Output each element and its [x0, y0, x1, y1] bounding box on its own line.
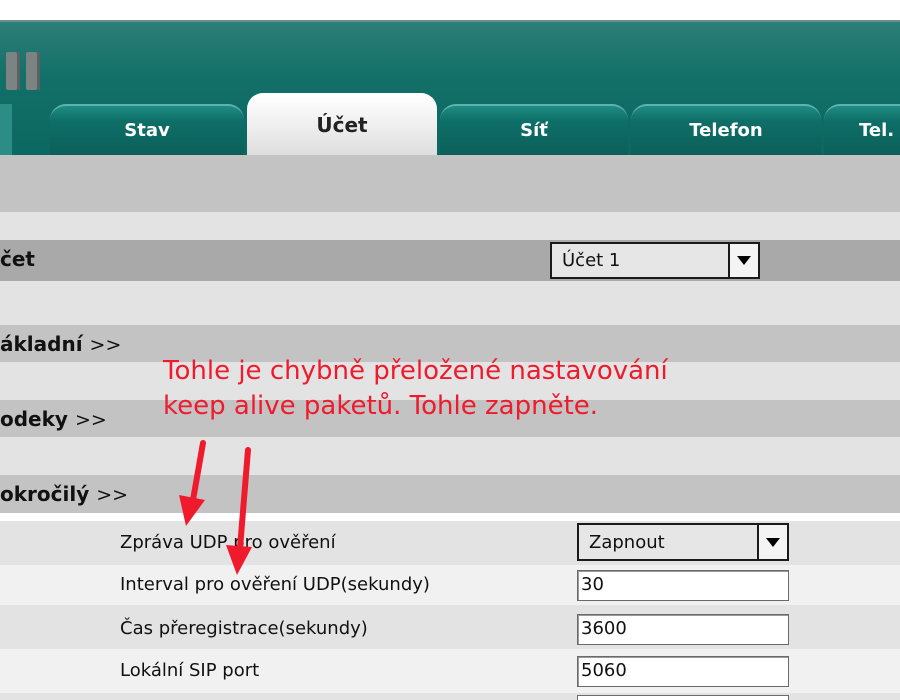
- udp-interval-label: Interval pro ověření UDP(sekundy): [120, 574, 430, 595]
- section-advanced-label: okročilý: [0, 482, 90, 506]
- local-sip-port-label: Lokální SIP port: [120, 660, 260, 681]
- section-advanced-toggle[interactable]: okročilý >>: [0, 482, 128, 506]
- tab-label: Telefon: [689, 120, 763, 141]
- section-codecs-label: odeky: [0, 407, 68, 431]
- dropdown-arrow-icon[interactable]: [728, 244, 758, 277]
- tab-label: Tel. s: [859, 120, 900, 141]
- annotation-line-1: Tohle je chybně přeložené nastavování: [163, 356, 668, 386]
- content-band: [0, 513, 900, 521]
- tab-label: Síť: [520, 120, 548, 141]
- udp-keepalive-value: Zapnout: [589, 531, 665, 553]
- content-band: [0, 281, 900, 325]
- tab-sit[interactable]: Síť: [440, 104, 628, 155]
- udp-interval-input[interactable]: 30: [577, 570, 789, 601]
- expand-arrows-icon: >>: [89, 334, 122, 356]
- content-band: [0, 437, 900, 475]
- section-band-advanced: [0, 475, 900, 513]
- account-title: čet: [0, 247, 35, 271]
- window-top-strip: [0, 0, 900, 22]
- content-band: [0, 212, 900, 240]
- account-select-value: Účet 1: [562, 250, 621, 271]
- tab-tel-seznam[interactable]: Tel. s: [824, 104, 900, 155]
- content-band: [0, 155, 900, 212]
- reregistration-input[interactable]: 3600: [577, 614, 789, 645]
- tab-edge-fragment: [0, 104, 12, 155]
- section-basic-label: ákladní: [0, 332, 83, 356]
- account-select[interactable]: Účet 1: [550, 242, 760, 279]
- udp-keepalive-label: Zpráva UDP pro ověření: [120, 532, 336, 553]
- section-codecs-toggle[interactable]: odeky >>: [0, 407, 107, 431]
- dropdown-arrow-icon[interactable]: [757, 525, 787, 559]
- logo-bar-icon: [6, 52, 20, 90]
- tab-label: Stav: [124, 120, 170, 141]
- next-field-partial[interactable]: [577, 695, 789, 700]
- tab-label: Účet: [316, 113, 368, 137]
- local-sip-port-input[interactable]: 5060: [577, 656, 789, 687]
- expand-arrows-icon: >>: [74, 409, 107, 431]
- expand-arrows-icon: >>: [96, 484, 129, 506]
- annotation-line-2: keep alive paketů. Tohle zapněte.: [163, 391, 599, 421]
- tab-telefon[interactable]: Telefon: [631, 104, 821, 155]
- reregistration-label: Čas přeregistrace(sekundy): [120, 618, 368, 639]
- logo-bar-icon: [26, 52, 40, 90]
- section-basic-toggle[interactable]: ákladní >>: [0, 332, 121, 356]
- tab-stav[interactable]: Stav: [50, 104, 244, 155]
- udp-keepalive-select[interactable]: Zapnout: [577, 523, 789, 561]
- tab-ucet[interactable]: Účet: [247, 93, 437, 155]
- account-band: [0, 240, 900, 281]
